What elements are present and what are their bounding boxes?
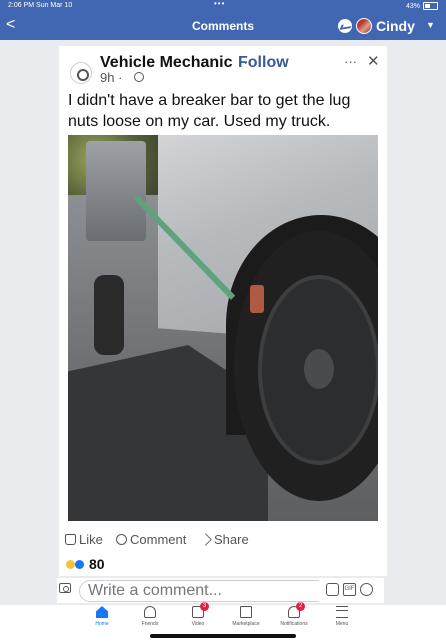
share-button[interactable]: Share (199, 532, 249, 547)
follow-button[interactable]: Follow (238, 54, 289, 72)
status-time: 2:06 PM Sun Mar 10 (8, 2, 73, 9)
share-label: Share (214, 532, 249, 547)
home-icon (96, 606, 108, 618)
status-bar: 2:06 PM Sun Mar 10 ••• 43% (0, 0, 446, 12)
page-avatar[interactable] (70, 62, 92, 84)
thumb-up-icon (65, 534, 76, 545)
bell-icon: 2 (288, 602, 305, 618)
comment-input[interactable]: Write a comment... (79, 580, 319, 602)
menu-icon (336, 606, 348, 618)
battery-icon (423, 2, 438, 10)
camera-icon[interactable] (59, 583, 71, 593)
notification-badge: 3 (200, 602, 209, 611)
share-icon (199, 533, 212, 546)
like-button[interactable]: Like (65, 532, 103, 547)
sticker-icon[interactable] (326, 583, 339, 596)
emoji-icon[interactable] (360, 583, 373, 596)
video-icon: 3 (192, 602, 209, 618)
friends-icon (144, 606, 156, 618)
reactions-summary[interactable]: 80 (66, 556, 105, 572)
post-actions: Like Comment Share (64, 532, 384, 548)
tab-menu[interactable]: Menu (312, 606, 372, 627)
tab-label: Menu (335, 621, 349, 627)
multitask-dots[interactable]: ••• (214, 0, 225, 8)
haha-reaction-icon (66, 559, 75, 569)
battery-indicator: 43% (406, 2, 438, 10)
photo-socket (250, 285, 264, 313)
comment-button[interactable]: Comment (116, 532, 186, 547)
comment-icon (116, 534, 127, 545)
user-name[interactable]: Cindy (376, 18, 415, 34)
like-reaction-icon (75, 559, 84, 569)
marketplace-icon (240, 606, 252, 618)
comment-tools: GIF (326, 583, 373, 596)
tab-label: Home (95, 621, 109, 627)
tab-label: Marketplace (232, 621, 260, 627)
comment-label: Comment (130, 532, 187, 547)
post-photo[interactable] (68, 135, 378, 521)
photo-truck-wheel (94, 275, 124, 355)
notification-badge: 2 (296, 602, 305, 611)
tab-label: Friends (141, 621, 159, 627)
avatar[interactable] (356, 18, 372, 34)
like-label: Like (79, 532, 103, 547)
tab-label: Video (191, 621, 205, 627)
messenger-icon[interactable] (338, 19, 352, 33)
more-options-button[interactable]: ··· (344, 54, 357, 69)
post-text: I didn't have a breaker bar to get the l… (68, 92, 351, 130)
top-header: 2:06 PM Sun Mar 10 ••• 43% < Comments Ci… (0, 0, 446, 40)
photo-hub (304, 349, 334, 389)
globe-icon (134, 72, 144, 82)
gif-icon[interactable]: GIF (343, 583, 356, 596)
close-button[interactable]: ✕ (367, 52, 380, 70)
tab-label: Notifications (280, 621, 308, 627)
home-indicator (150, 634, 296, 638)
post-time: 9h · (100, 70, 123, 85)
photo-truck (86, 141, 146, 241)
chevron-down-icon[interactable]: ▼ (426, 20, 435, 30)
reaction-count: 80 (89, 556, 105, 572)
